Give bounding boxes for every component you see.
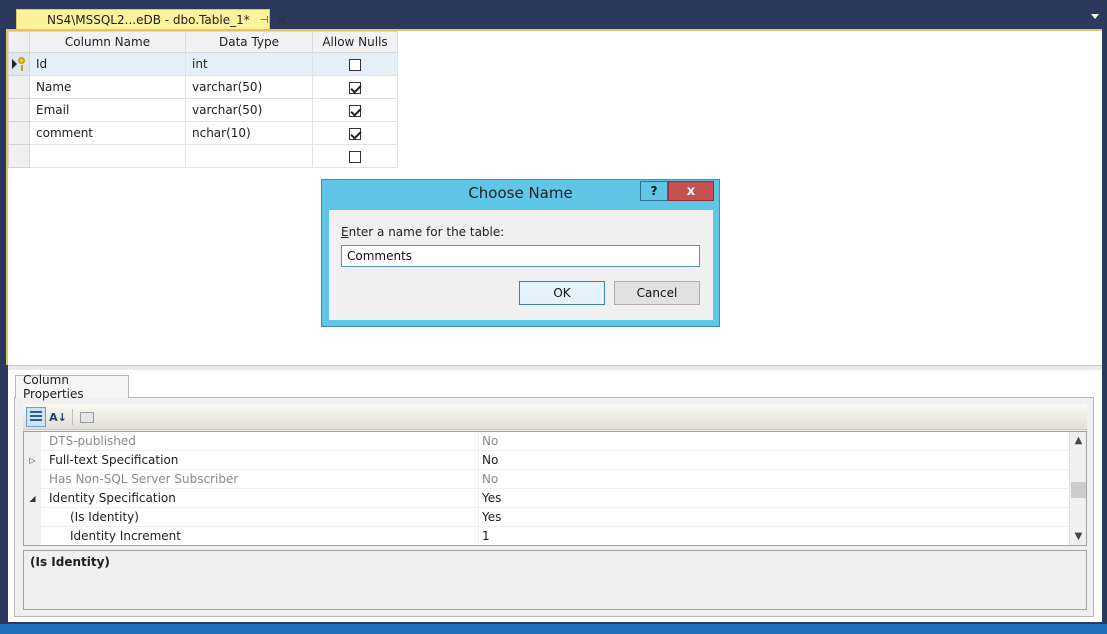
pin-icon[interactable]: ⊣ [260,15,269,26]
allow-nulls-checkbox[interactable] [349,81,361,94]
table-row[interactable]: comment nchar(10) [8,121,398,145]
expander-gutter [24,432,41,451]
property-description-pane: (Is Identity) [23,550,1087,610]
property-row[interactable]: ▷ Full-text Specification No [24,451,1069,470]
properties-toolbar: A↓ [23,404,1087,430]
table-name-input[interactable] [341,245,700,267]
row-selector[interactable] [8,52,30,76]
property-value[interactable]: No [482,472,498,486]
table-row[interactable]: Name varchar(50) [8,75,398,99]
categorized-icon[interactable] [26,407,46,427]
cell-data-type[interactable]: int [185,52,313,76]
cell-allow-nulls[interactable] [312,52,398,76]
help-button[interactable]: ? [640,181,668,201]
property-pages-icon[interactable] [77,407,97,427]
expander-gutter [24,527,41,545]
alphabetical-sort-icon[interactable]: A↓ [48,407,68,427]
tab-column-properties[interactable]: Column Properties [15,373,129,401]
property-name: Full-text Specification [49,453,179,467]
scroll-thumb[interactable] [1071,482,1086,498]
cancel-button[interactable]: Cancel [614,281,700,305]
table-row[interactable]: Email varchar(50) [8,98,398,122]
cell-data-type[interactable]: nchar(10) [185,121,313,145]
cell-column-name[interactable] [29,144,186,168]
row-selector[interactable] [8,121,30,145]
collapse-arrow-icon[interactable]: ◢ [24,489,41,508]
choose-name-dialog: Choose Name ? x Enter a name for the tab… [321,179,720,327]
cell-allow-nulls[interactable] [312,98,398,122]
cell-allow-nulls[interactable] [312,121,398,145]
column-grid: Column Name Data Type Allow Nulls Id int… [8,31,398,168]
primary-key-icon [18,57,25,71]
allow-nulls-checkbox[interactable] [349,104,361,117]
row-selector[interactable] [8,144,30,168]
status-bar [0,624,1107,634]
cell-column-name[interactable]: Name [29,75,186,99]
property-name: Identity Specification [49,491,176,505]
dialog-body: Enter a name for the table: OK Cancel [329,210,713,320]
property-row[interactable]: ◢ Identity Specification Yes [24,489,1069,508]
ok-button[interactable]: OK [519,281,605,305]
property-name: (Is Identity) [70,510,139,524]
label-accelerator: E [341,225,349,239]
header-allow-nulls[interactable]: Allow Nulls [312,31,398,53]
row-selector[interactable] [8,98,30,122]
document-tab-strip: NS4\MSSQL2...eDB - dbo.Table_1* ⊣ ✕ [0,0,1107,30]
cell-data-type[interactable]: varchar(50) [185,75,313,99]
property-row[interactable]: Identity Increment 1 [24,527,1069,545]
row-selector[interactable] [8,75,30,99]
column-properties-pane: Column Properties A↓ DTS-published No ▷ … [8,370,1102,622]
table-row-new[interactable] [8,144,398,168]
allow-nulls-checkbox[interactable] [349,58,361,71]
allow-nulls-checkbox[interactable] [349,127,361,140]
table-name-label: Enter a name for the table: [341,225,504,239]
property-value[interactable]: 1 [482,529,490,543]
property-name: Identity Increment [70,529,181,543]
toolbar-separator [72,409,73,425]
property-row[interactable]: DTS-published No [24,432,1069,451]
scroll-up-icon[interactable]: ▲ [1070,432,1086,449]
expand-arrow-icon[interactable]: ▷ [24,451,41,470]
property-row[interactable]: (Is Identity) Yes [24,508,1069,527]
property-value[interactable]: No [482,434,498,448]
scroll-down-icon[interactable]: ▼ [1070,528,1086,545]
grid-header-row: Column Name Data Type Allow Nulls [8,31,398,53]
property-grid: DTS-published No ▷ Full-text Specificati… [23,431,1087,546]
dialog-close-button[interactable]: x [668,181,714,201]
tab-close-icon[interactable]: ✕ [276,14,287,27]
current-row-icon [12,59,17,69]
cell-allow-nulls[interactable] [312,75,398,99]
property-value[interactable]: Yes [482,510,501,524]
document-tab[interactable]: NS4\MSSQL2...eDB - dbo.Table_1* ⊣ ✕ [16,9,287,30]
expander-gutter [24,470,41,489]
cell-column-name[interactable]: Id [29,52,186,76]
property-value[interactable]: No [482,453,498,467]
property-row[interactable]: Has Non-SQL Server Subscriber No [24,470,1069,489]
property-name: DTS-published [49,434,136,448]
tab-dropdown-icon[interactable] [1091,14,1099,19]
expander-gutter [24,508,41,527]
table-row[interactable]: Id int [8,52,398,76]
property-value[interactable]: Yes [482,491,501,505]
document-tab-title: NS4\MSSQL2...eDB - dbo.Table_1* [47,13,250,27]
label-text: nter a name for the table: [348,225,505,239]
header-data-type[interactable]: Data Type [185,31,313,53]
cell-data-type[interactable]: varchar(50) [185,98,313,122]
property-name: Has Non-SQL Server Subscriber [49,472,239,486]
cell-column-name[interactable]: Email [29,98,186,122]
cell-allow-nulls[interactable] [312,144,398,168]
row-header-corner [8,31,30,53]
cell-data-type[interactable] [185,144,313,168]
properties-panel: A↓ DTS-published No ▷ Full-text Specific… [14,397,1094,617]
allow-nulls-checkbox[interactable] [349,150,361,163]
cell-column-name[interactable]: comment [29,121,186,145]
property-description-title: (Is Identity) [30,555,110,569]
property-scrollbar[interactable]: ▲ ▼ [1069,432,1086,545]
header-column-name[interactable]: Column Name [29,31,186,53]
